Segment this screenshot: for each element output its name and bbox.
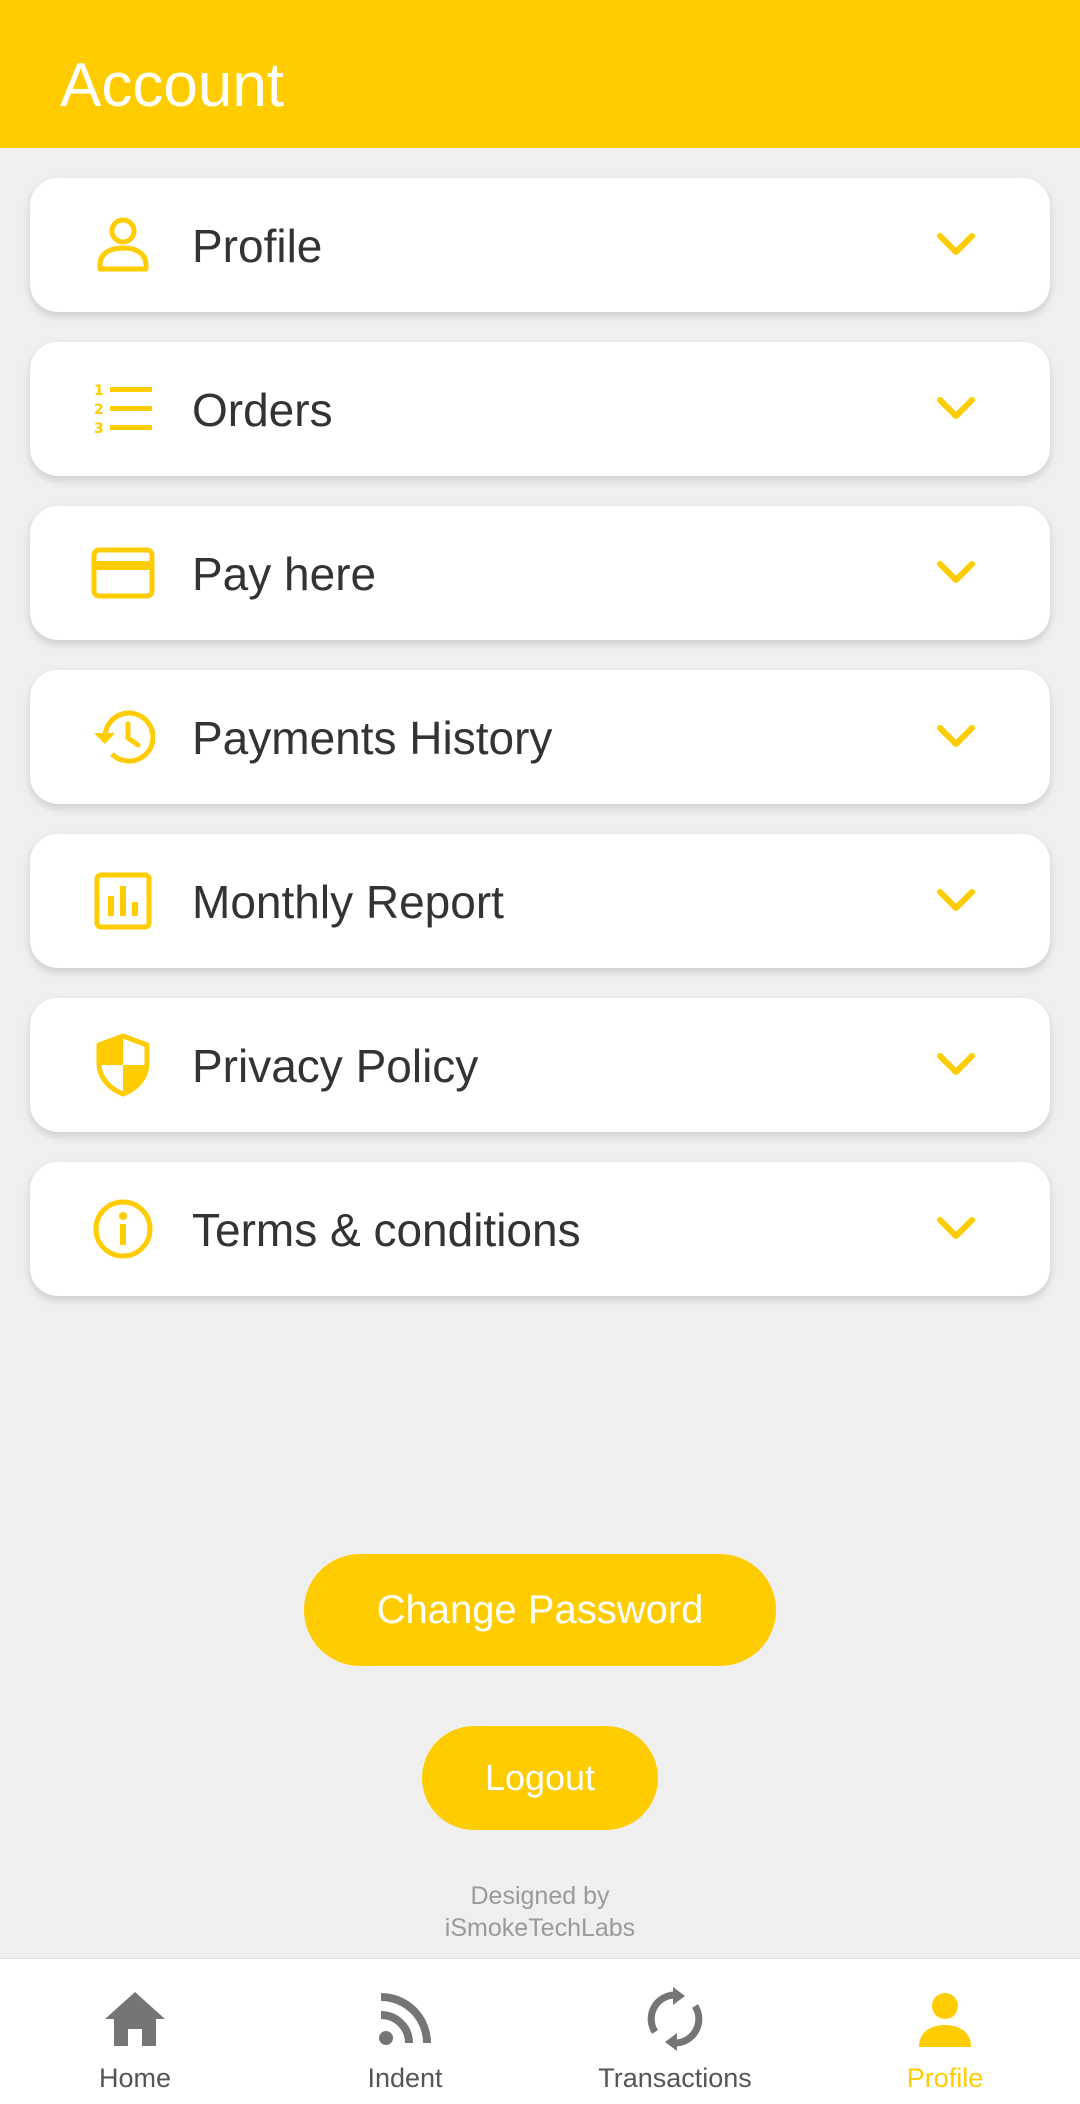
person-icon [910,1987,980,2051]
chevron-down-icon[interactable] [934,878,978,922]
menu-item-label: Privacy Policy [192,1040,479,1092]
menu-item-terms-conditions[interactable]: Terms & conditions [30,1162,1050,1296]
menu-item-monthly-report[interactable]: Monthly Report [30,834,1050,968]
svg-text:1: 1 [94,383,104,399]
menu-item-label: Profile [192,220,323,272]
menu-item-orders[interactable]: 1 2 3 Orders [30,342,1050,476]
credit-card-icon [90,543,156,603]
nav-label: Home [98,2063,172,2093]
person-icon [90,215,156,275]
nav-label: Transactions [598,2063,752,2093]
chevron-down-icon[interactable] [934,550,978,594]
menu-item-payments-history[interactable]: Payments History [30,670,1050,804]
nav-transactions[interactable]: Transactions [540,1959,810,2104]
nav-indent[interactable]: Indent [270,1959,540,2104]
menu-item-label: Terms & conditions [192,1204,581,1256]
menu-item-label: Monthly Report [192,876,504,928]
nav-profile[interactable]: Profile [810,1959,1080,2104]
sync-icon [640,1987,710,2051]
chevron-down-icon[interactable] [934,1206,978,1250]
menu-item-profile[interactable]: Profile [30,178,1050,312]
info-icon [90,1199,156,1259]
bar-chart-icon [90,871,156,931]
home-icon [100,1987,170,2051]
shield-icon [90,1033,156,1097]
credit-designed-by: Designed by [470,1882,610,1910]
chevron-down-icon[interactable] [934,714,978,758]
credit-company: iSmokeTechLabs [444,1914,636,1942]
page-title: Account [60,51,285,120]
change-password-button[interactable]: Change Password [304,1554,776,1666]
nav-home[interactable]: Home [0,1959,270,2104]
menu-item-pay-here[interactable]: Pay here [30,506,1050,640]
logout-button[interactable]: Logout [422,1726,658,1830]
bottom-navigation: Home Indent Transactions Profile [0,1958,1080,2104]
menu-item-privacy-policy[interactable]: Privacy Policy [30,998,1050,1132]
nav-label: Profile [906,2063,984,2093]
menu-item-label: Orders [192,384,333,436]
menu-item-label: Payments History [192,712,553,764]
history-icon [90,707,156,767]
svg-text:3: 3 [94,421,104,437]
chevron-down-icon[interactable] [934,386,978,430]
svg-text:2: 2 [94,402,104,418]
chevron-down-icon[interactable] [934,1042,978,1086]
rss-icon [370,1987,440,2051]
numbered-list-icon: 1 2 3 [90,379,156,439]
menu-item-label: Pay here [192,548,377,600]
app-header: Account [0,0,1080,148]
nav-label: Indent [367,2063,443,2093]
chevron-down-icon[interactable] [934,222,978,266]
